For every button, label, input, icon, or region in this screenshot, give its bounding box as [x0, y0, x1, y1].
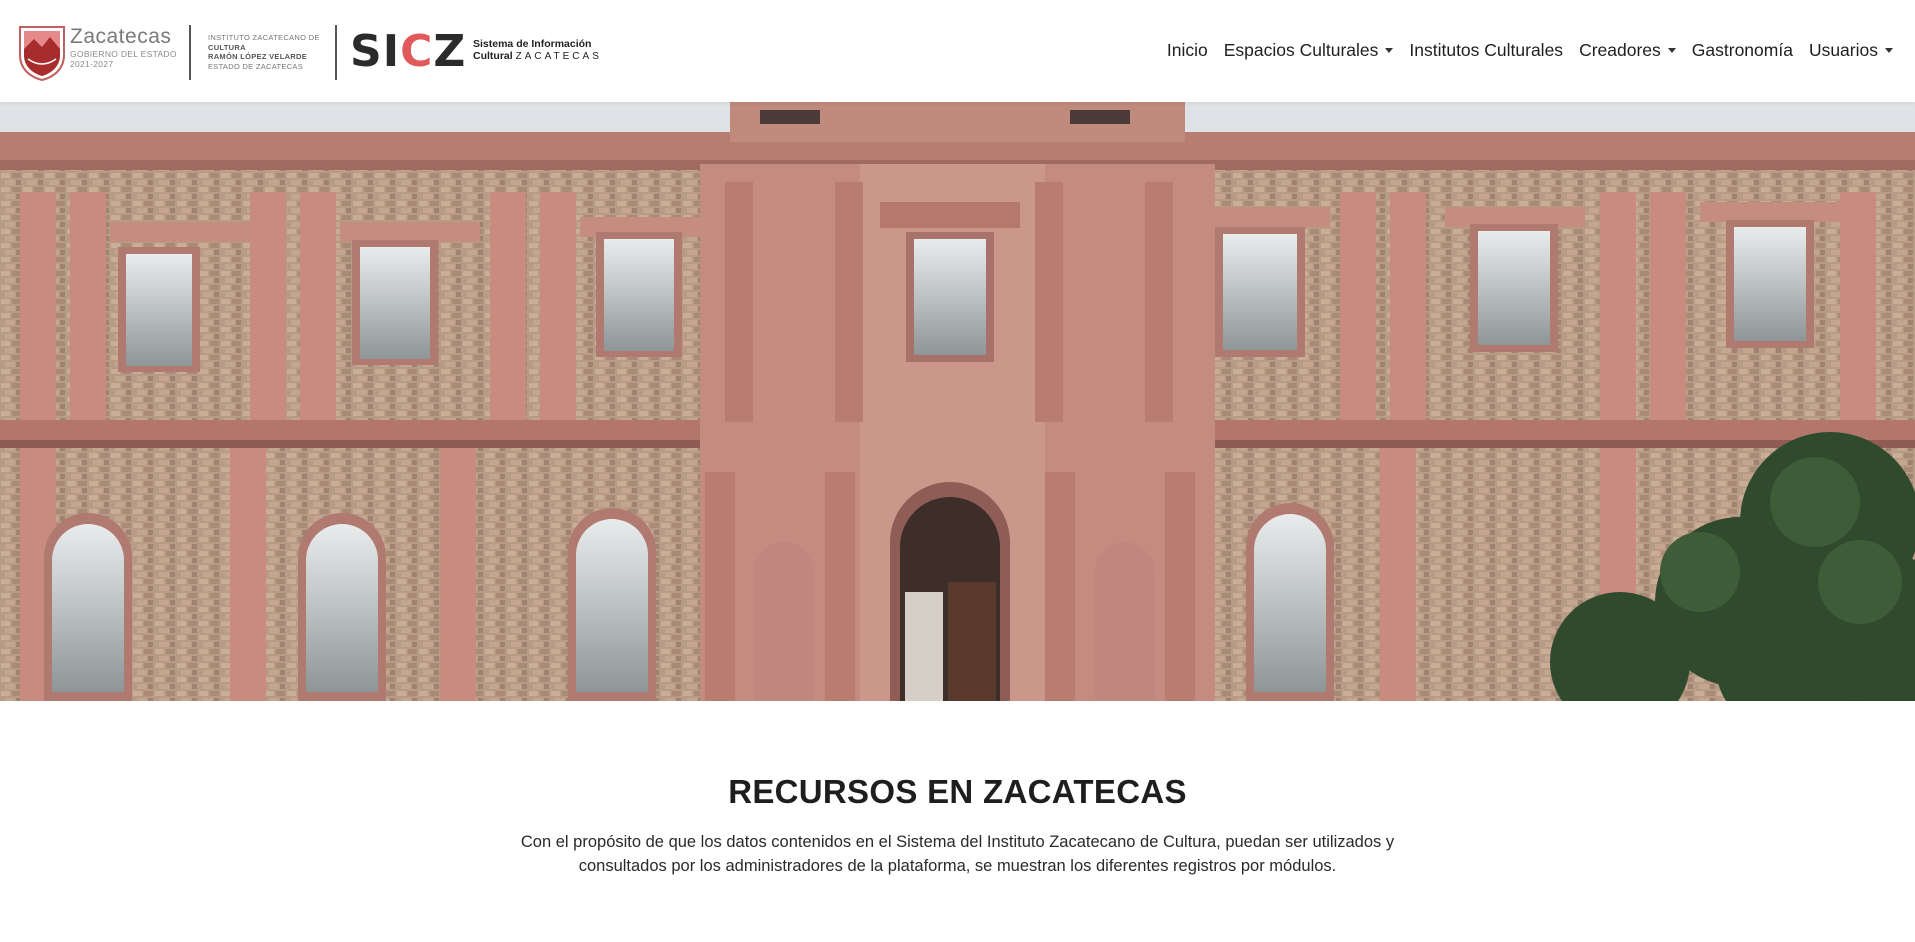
nav-inicio-label: Inicio	[1166, 40, 1208, 60]
nav-institutos-label: Institutos Culturales	[1409, 40, 1564, 60]
institute-logo-text: INSTITUTO ZACATECANO DE CULTURA RAMÓN LÓ…	[208, 33, 320, 71]
sicz-logo-mark[interactable]: SICZ	[350, 30, 466, 74]
zacatecas-gov-text: Zacatecas GOBIERNO DEL ESTADO 2021-2027	[70, 25, 177, 69]
hero-banner-image	[0, 102, 1915, 701]
sicz-desc-zacatecas: ZACATECAS	[515, 51, 602, 62]
sicz-logo-text: SICZ	[350, 26, 467, 77]
gov-subtitle: GOBIERNO DEL ESTADO	[70, 49, 177, 59]
institute-line4: ESTADO DE ZACATECAS	[208, 61, 304, 71]
nav-usuarios[interactable]: Usuarios	[1801, 40, 1901, 61]
nav-gastronomia[interactable]: Gastronomía	[1684, 40, 1801, 61]
institute-line1: INSTITUTO ZACATECANO DE	[208, 33, 320, 42]
nav-creadores-label: Creadores	[1579, 40, 1661, 60]
nav-gastronomia-label: Gastronomía	[1691, 40, 1793, 60]
caret-down-icon	[1885, 48, 1893, 53]
building-facade-image	[0, 102, 1915, 701]
nav-espacios-culturales[interactable]: Espacios Culturales	[1216, 40, 1402, 61]
main-navigation: Inicio Espacios Culturales Institutos Cu…	[1159, 40, 1901, 61]
nav-inicio[interactable]: Inicio	[1159, 40, 1216, 61]
gov-years: 2021-2027	[70, 59, 114, 69]
institute-line2: CULTURA	[208, 42, 246, 52]
sicz-desc-line1: Sistema de Información	[473, 38, 592, 50]
site-header: Zacatecas GOBIERNO DEL ESTADO 2021-2027 …	[0, 0, 1915, 102]
caret-down-icon	[1667, 48, 1676, 53]
nav-creadores[interactable]: Creadores	[1571, 40, 1684, 61]
logo-divider	[335, 25, 337, 80]
nav-institutos-culturales[interactable]: Institutos Culturales	[1401, 40, 1571, 61]
nav-usuarios-label: Usuarios	[1808, 40, 1878, 60]
logo-divider	[189, 25, 191, 80]
nav-espacios-label: Espacios Culturales	[1223, 40, 1379, 60]
sicz-logo-description: Sistema de Información Cultural ZACATECA…	[473, 38, 602, 63]
section-title: RECURSOS EN ZACATECAS	[728, 773, 1187, 810]
institute-line3: RAMÓN LÓPEZ VELARDE	[208, 52, 308, 61]
section-description: Con el propósito de que los datos conten…	[520, 833, 1395, 875]
caret-down-icon	[1385, 48, 1394, 53]
sicz-desc-cultural: Cultural	[473, 50, 513, 62]
zacatecas-shield-logo[interactable]	[18, 25, 66, 81]
gov-title: Zacatecas	[70, 25, 172, 48]
